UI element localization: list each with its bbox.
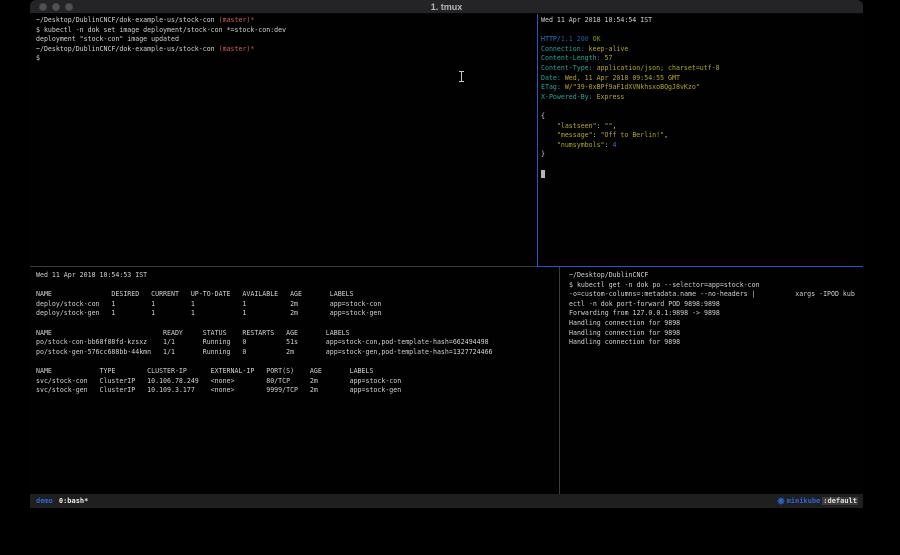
kube-context: minikube <box>787 497 821 505</box>
terminal-window: 1. tmux ~/Desktop/DublinCNCF/dok-example… <box>30 0 863 509</box>
pane-top-left-shell[interactable]: ~/Desktop/DublinCNCF/dok-example-us/stoc… <box>36 16 534 264</box>
kube-status: minikube:default <box>777 497 858 505</box>
helm-wheel-icon <box>777 497 785 505</box>
pane-divider-horizontal-left[interactable] <box>30 266 537 267</box>
tmux-status-bar: demo 0:bash* minikube:default <box>30 494 863 508</box>
window-title: 1. tmux <box>30 0 863 14</box>
window-label-current[interactable]: 0:bash* <box>59 497 89 505</box>
pane-bottom-left-kubectl-watch[interactable]: Wed 11 Apr 2018 10:54:53 IST NAME DESIRE… <box>36 271 557 492</box>
mouse-ibeam-cursor <box>461 72 462 81</box>
pane-divider-vertical-top-active[interactable] <box>537 14 538 267</box>
window-titlebar: 1. tmux <box>30 0 863 14</box>
pane-divider-vertical-bottom[interactable] <box>559 267 560 494</box>
pane-bottom-right-port-forward[interactable]: ~/Desktop/DublinCNCF$ kubectl get -n dok… <box>569 271 862 492</box>
pane-top-right-http-response[interactable]: Wed 11 Apr 2018 10:54:54 IST HTTP/1.1 20… <box>541 16 861 264</box>
pane-divider-horizontal-right-active[interactable] <box>537 266 863 267</box>
screen: 1. tmux ~/Desktop/DublinCNCF/dok-example… <box>0 0 900 555</box>
session-name: demo <box>36 497 53 505</box>
kube-namespace: :default <box>822 497 858 505</box>
